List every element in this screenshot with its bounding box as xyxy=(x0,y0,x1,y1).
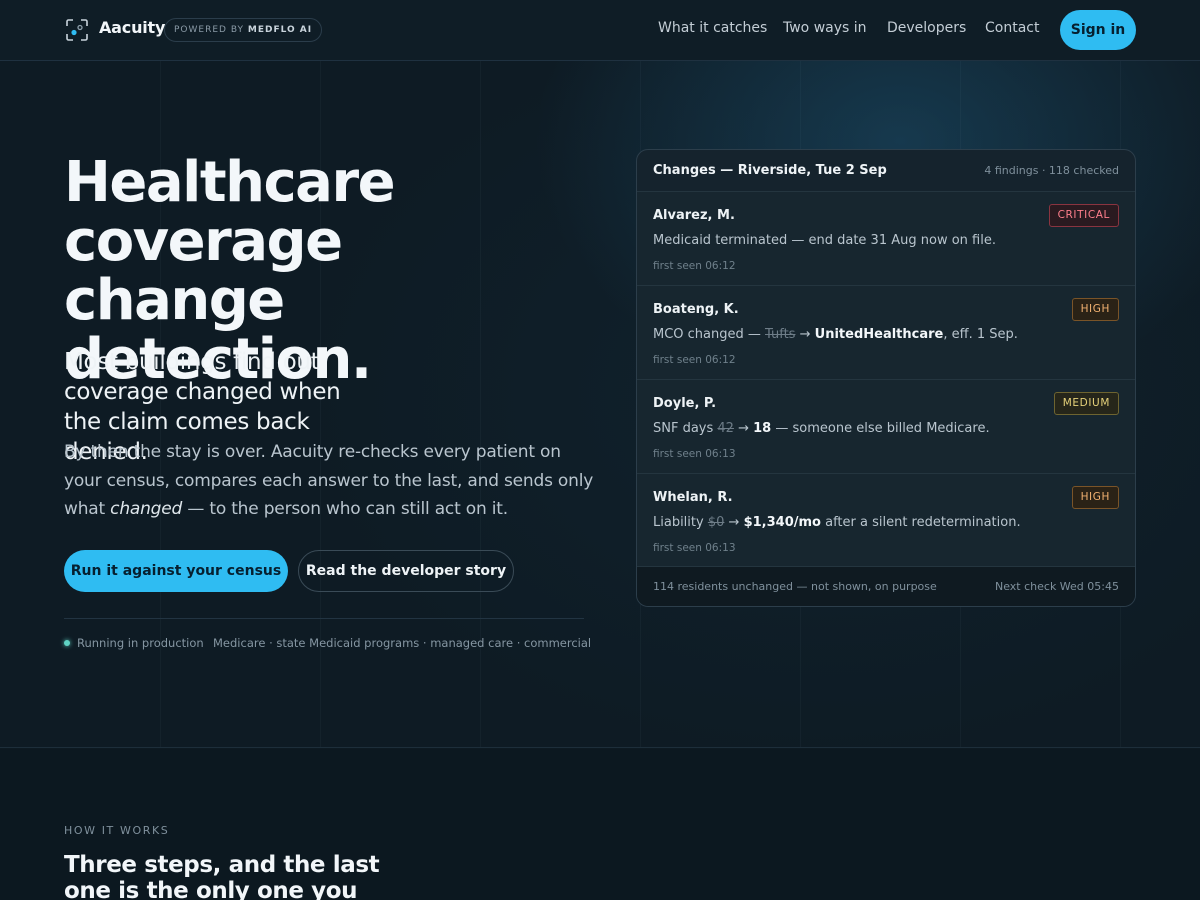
patient-name: Boateng, K. xyxy=(653,302,739,317)
hero-body: By then the stay is over. Aacuity re-che… xyxy=(64,438,594,524)
run-census-button[interactable]: Run it against your census xyxy=(64,550,288,592)
changes-panel: Changes — Riverside, Tue 2 Sep 4 finding… xyxy=(636,149,1136,607)
desc-text: MCO changed — xyxy=(653,327,766,342)
nav-developers[interactable]: Developers xyxy=(887,20,966,36)
coverage-list: Medicare · state Medicaid programs · man… xyxy=(213,636,592,650)
first-seen-time: first seen 06:12 xyxy=(653,354,736,366)
panel-title: Changes — Riverside, Tue 2 Sep xyxy=(653,163,887,178)
panel-footer: 114 residents unchanged — not shown, on … xyxy=(637,566,1135,606)
old-value: Tufts xyxy=(765,327,796,342)
hero-body-text: — to the person who can still act on it. xyxy=(182,499,508,519)
status-text: Running in production xyxy=(77,636,204,650)
how-it-works-section: HOW IT WORKS Three steps, and the last o… xyxy=(0,749,1200,900)
finding-description: Medicaid terminated — end date 31 Aug no… xyxy=(653,233,996,248)
next-check: Next check Wed 05:45 xyxy=(994,580,1119,593)
nav-contact[interactable]: Contact xyxy=(985,20,1039,36)
status-dot-icon xyxy=(64,640,70,646)
nav-what-it-catches[interactable]: What it catches xyxy=(658,20,767,36)
arrow-icon: → xyxy=(738,421,749,436)
new-value: 18 xyxy=(753,421,772,436)
finding-row[interactable]: Doyle, P. MEDIUM SNF days 42 → 18 — some… xyxy=(637,380,1135,474)
arrow-icon: → xyxy=(728,515,740,530)
brand-name[interactable]: Aacuity xyxy=(99,18,165,37)
desc-text: — someone else billed Medicare. xyxy=(771,421,990,436)
patient-name: Whelan, R. xyxy=(653,490,733,505)
old-value: $0 xyxy=(707,515,725,530)
powered-prefix: POWERED BY xyxy=(174,25,245,35)
severity-badge: HIGH xyxy=(1071,298,1119,321)
finding-row[interactable]: Alvarez, M. CRITICAL Medicaid terminated… xyxy=(637,192,1135,286)
first-seen-time: first seen 06:13 xyxy=(653,448,736,460)
section-title: Three steps, and the last one is the onl… xyxy=(64,852,380,900)
old-value: 42 xyxy=(717,421,734,436)
unchanged-note: 114 residents unchanged — not shown, on … xyxy=(653,580,937,593)
finding-row[interactable]: Boateng, K. HIGH MCO changed — Tufts → U… xyxy=(637,286,1135,380)
finding-description: MCO changed — Tufts → UnitedHealthcare, … xyxy=(653,327,1018,342)
severity-badge: CRITICAL xyxy=(1048,204,1119,227)
hero-title-line: coverage xyxy=(64,209,343,274)
section-eyebrow: HOW IT WORKS xyxy=(64,824,170,837)
new-value: $1,340/mo xyxy=(743,515,821,530)
desc-text: SNF days xyxy=(653,421,718,436)
arrow-icon: → xyxy=(799,327,811,342)
finding-row[interactable]: Whelan, R. HIGH Liability $0 → $1,340/mo… xyxy=(637,474,1135,568)
powered-name: MEDFLO AI xyxy=(247,25,313,35)
hero-title-line: Healthcare xyxy=(64,150,396,215)
severity-badge: HIGH xyxy=(1071,486,1119,509)
developer-story-button[interactable]: Read the developer story xyxy=(298,550,514,592)
patient-name: Alvarez, M. xyxy=(653,208,735,223)
divider xyxy=(64,618,584,619)
hero-body-emphasis: changed xyxy=(110,499,183,519)
panel-meta: 4 findings · 118 checked xyxy=(984,164,1119,177)
nav-two-ways-in[interactable]: Two ways in xyxy=(783,20,867,36)
desc-text: Liability xyxy=(653,515,708,530)
first-seen-time: first seen 06:13 xyxy=(653,542,736,554)
logo-icon[interactable] xyxy=(65,18,89,42)
sign-in-button[interactable]: Sign in xyxy=(1060,10,1136,50)
desc-text: Medicaid terminated — end date 31 Aug no… xyxy=(653,233,996,248)
finding-description: SNF days 42 → 18 — someone else billed M… xyxy=(653,421,990,436)
panel-header: Changes — Riverside, Tue 2 Sep 4 finding… xyxy=(637,150,1135,192)
patient-name: Doyle, P. xyxy=(653,396,717,411)
top-nav: Aacuity POWERED BY MEDFLO AI What it cat… xyxy=(0,0,1200,61)
new-value: UnitedHealthcare xyxy=(814,327,944,342)
desc-text: , eff. 1 Sep. xyxy=(943,327,1018,342)
first-seen-time: first seen 06:12 xyxy=(653,260,736,272)
finding-description: Liability $0 → $1,340/mo after a silent … xyxy=(653,515,1021,530)
hero-section: Healthcare coverage change detection. Mo… xyxy=(0,61,1200,748)
desc-text: after a silent redetermination. xyxy=(820,515,1021,530)
powered-by-badge: POWERED BY MEDFLO AI xyxy=(164,18,323,42)
severity-badge: MEDIUM xyxy=(1053,392,1119,415)
